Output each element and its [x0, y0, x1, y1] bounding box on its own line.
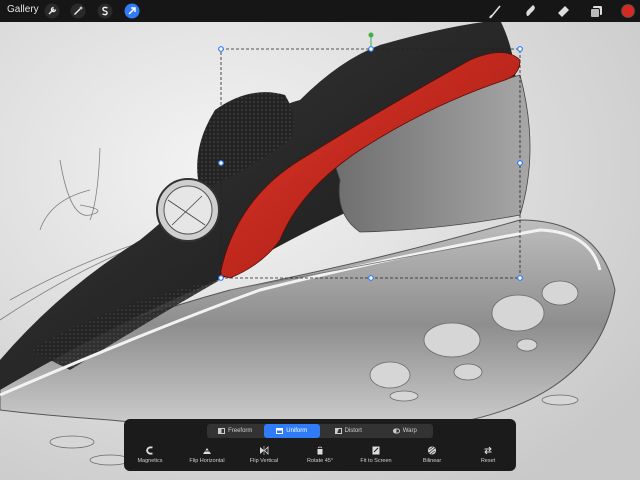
mode-distort[interactable]: Distort	[320, 424, 377, 438]
mode-warp[interactable]: Warp	[377, 424, 434, 438]
smudge-icon[interactable]	[522, 3, 538, 19]
action-label: Magnetics	[137, 458, 163, 464]
rotate-icon	[317, 446, 323, 455]
transform-actions: Magnetics Flip Horizontal Flip Vertical …	[124, 446, 516, 468]
eraser-icon[interactable]	[555, 3, 571, 19]
mode-freeform[interactable]: Freeform	[207, 424, 264, 438]
action-label: Bilinear	[422, 458, 442, 464]
reset-icon	[484, 446, 492, 455]
adjustments-wand-icon[interactable]	[70, 3, 86, 19]
mode-label: Uniform	[286, 428, 308, 434]
transform-panel: Freeform Uniform Distort Warp Magnetics …	[124, 419, 516, 471]
magnet-icon	[146, 446, 153, 455]
action-label: Flip Horizontal	[189, 458, 225, 464]
magnetics-button[interactable]: Magnetics	[120, 446, 180, 464]
mode-label: Freeform	[228, 428, 253, 434]
reset-button[interactable]: Reset	[458, 446, 518, 464]
transform-mode-selector: Freeform Uniform Distort Warp	[207, 424, 433, 438]
wrench-icon[interactable]	[44, 3, 60, 19]
flip-horizontal-button[interactable]: Flip Horizontal	[177, 446, 237, 464]
layers-icon[interactable]	[588, 3, 604, 19]
transform-arrow-icon[interactable]	[124, 3, 140, 19]
bilinear-button[interactable]: Bilinear	[402, 446, 462, 464]
mode-uniform[interactable]: Uniform	[263, 424, 320, 438]
uniform-icon	[276, 428, 284, 434]
distort-icon	[334, 428, 342, 434]
top-toolbar: Gallery	[0, 0, 640, 22]
color-swatch[interactable]	[620, 3, 636, 19]
bilinear-icon	[428, 446, 436, 455]
fit-screen-icon	[372, 446, 380, 455]
fit-to-screen-button[interactable]: Fit to Screen	[346, 446, 406, 464]
action-label: Rotate 45°	[306, 458, 334, 464]
freeform-icon	[218, 428, 226, 434]
flip-vertical-button[interactable]: Flip Vertical	[234, 446, 294, 464]
brush-icon[interactable]	[488, 3, 504, 19]
warp-icon	[392, 428, 400, 434]
mode-label: Warp	[402, 428, 417, 434]
gallery-button[interactable]: Gallery	[7, 4, 39, 15]
action-label: Fit to Screen	[360, 458, 392, 464]
selection-s-icon[interactable]	[97, 3, 113, 19]
shoe-dial	[156, 178, 220, 242]
flip-horizontal-icon	[202, 448, 212, 454]
mode-label: Distort	[344, 428, 362, 434]
rotate-45-button[interactable]: Rotate 45°	[290, 446, 350, 464]
flip-vertical-icon	[260, 446, 269, 455]
action-label: Flip Vertical	[249, 458, 279, 464]
action-label: Reset	[480, 458, 496, 464]
canvas-artwork[interactable]	[0, 0, 640, 480]
